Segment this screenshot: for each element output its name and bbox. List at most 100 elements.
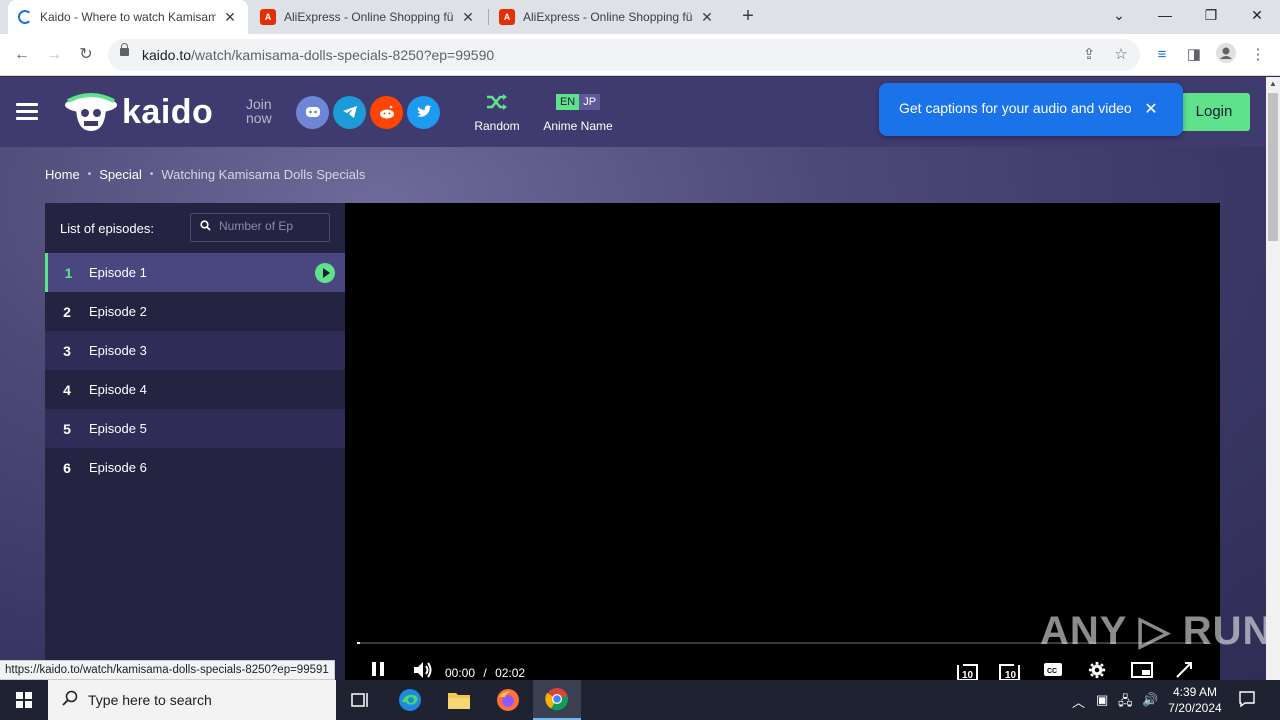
chrome-menu-icon[interactable]: ⋮ [1246, 43, 1270, 67]
tray-device-icon[interactable]: ▣ [1096, 692, 1108, 708]
episode-list-header: List of episodes: [45, 203, 345, 253]
address-bar[interactable]: kaido.to/watch/kamisama-dolls-specials-8… [108, 39, 1140, 71]
tab-kaido[interactable]: Kaido - Where to watch Kamisama ✕ [8, 0, 248, 34]
random-button[interactable]: Random [470, 91, 524, 133]
episode-number: 4 [63, 381, 71, 398]
join-now-label: Join now [246, 96, 272, 126]
caption-popup-close-icon[interactable]: ✕ [1141, 99, 1161, 119]
close-window-button[interactable]: ✕ [1234, 0, 1280, 30]
lang-en-toggle[interactable]: EN [555, 94, 580, 110]
forward-arrow-icon[interactable]: → [42, 43, 66, 67]
taskbar-clock[interactable]: 4:39 AM 7/20/2024 [1160, 684, 1230, 716]
notification-center-icon[interactable] [1238, 690, 1256, 713]
scroll-up-arrow-icon[interactable]: ▲ [1269, 79, 1277, 88]
share-icon[interactable]: ⇪ [1080, 46, 1098, 64]
taskbar-search-placeholder: Type here to search [88, 692, 212, 708]
taskbar-search-box[interactable]: Type here to search [48, 680, 336, 720]
current-time: 00:00 [445, 666, 476, 680]
breadcrumb-separator: • [149, 169, 154, 180]
pause-icon[interactable] [371, 661, 385, 682]
episode-item-2[interactable]: 2 Episode 2 [45, 292, 345, 331]
episode-item-6[interactable]: 6 Episode 6 [45, 448, 345, 487]
menu-hamburger-icon[interactable] [16, 103, 38, 121]
svg-text:CC: CC [1047, 668, 1057, 675]
network-icon[interactable]: 🖧 [1118, 692, 1133, 714]
episode-number: 6 [63, 459, 71, 476]
twitter-icon[interactable] [407, 96, 440, 129]
volume-tray-icon[interactable]: 🔊 [1142, 692, 1158, 708]
start-button[interactable] [0, 680, 48, 720]
tab-aliexpress-2[interactable]: A AliExpress - Online Shopping für ✕ [489, 0, 725, 34]
telegram-icon[interactable] [333, 96, 366, 129]
site-logo[interactable]: kaido [64, 91, 213, 133]
episode-number: 5 [63, 420, 71, 437]
windows-logo-icon [16, 692, 32, 708]
aliexpress-favicon-icon: A [499, 9, 515, 25]
breadcrumb: Home • Special • Watching Kamisama Dolls… [45, 167, 365, 182]
tab-search-chevron-icon[interactable]: ⌄ [1096, 0, 1142, 30]
episode-number: 2 [63, 303, 71, 320]
tray-chevron-icon[interactable]: ︿ [1072, 692, 1085, 711]
restore-button[interactable]: ❐ [1188, 0, 1234, 30]
media-controls-icon[interactable]: ≡ [1150, 43, 1174, 67]
breadcrumb-home-link[interactable]: Home [45, 167, 80, 182]
tab-title: AliExpress - Online Shopping für [523, 10, 693, 24]
logo-mascot-icon [64, 91, 118, 133]
breadcrumb-special-link[interactable]: Special [99, 167, 142, 182]
now-playing-icon [315, 263, 335, 283]
side-panel-icon[interactable]: ◨ [1182, 43, 1206, 67]
episode-search-input[interactable] [219, 219, 324, 233]
firefox-icon[interactable] [484, 680, 532, 720]
video-player[interactable]: 00:00 / 02:02 10 10 CC ANY ▷ RUN [345, 203, 1271, 682]
episode-item-5[interactable]: 5 Episode 5 [45, 409, 345, 448]
episode-title: Episode 4 [89, 382, 147, 397]
clock-time: 4:39 AM [1172, 685, 1218, 699]
episode-title: Episode 3 [89, 343, 147, 358]
tab-close-icon[interactable]: ✕ [222, 9, 238, 26]
episode-item-4[interactable]: 4 Episode 4 [45, 370, 345, 409]
caption-popup-text: Get captions for your audio and video [899, 100, 1132, 116]
tab-aliexpress-1[interactable]: A AliExpress - Online Shopping für ✕ [250, 0, 486, 34]
tab-close-icon[interactable]: ✕ [460, 9, 476, 26]
logo-wordmark: kaido [122, 92, 214, 131]
tab-close-icon[interactable]: ✕ [699, 9, 715, 26]
episode-title: Episode 6 [89, 460, 147, 475]
reddit-icon[interactable] [370, 96, 403, 129]
aliexpress-favicon-icon: A [260, 9, 276, 25]
closed-captions-icon[interactable]: CC [1043, 661, 1063, 682]
tab-title: Kaido - Where to watch Kamisama [40, 10, 216, 24]
browser-tab-strip: Kaido - Where to watch Kamisama ✕ A AliE… [0, 0, 1280, 34]
login-button[interactable]: Login [1178, 93, 1250, 131]
lang-jp-toggle[interactable]: JP [579, 94, 601, 110]
edge-icon[interactable] [386, 680, 434, 720]
reload-icon[interactable]: ↻ [74, 43, 98, 67]
loading-icon [18, 10, 32, 24]
back-arrow-icon[interactable]: ← [10, 43, 34, 67]
minimize-button[interactable]: — [1142, 0, 1188, 30]
episode-title: Episode 1 [89, 265, 147, 280]
breadcrumb-current: Watching Kamisama Dolls Specials [161, 167, 366, 182]
browser-toolbar: ← → ↻ kaido.to/watch/kamisama-dolls-spec… [0, 34, 1280, 76]
lock-icon [120, 43, 129, 56]
anyrun-watermark: ANY ▷ RUN [1040, 609, 1273, 653]
episode-item-1[interactable]: 1 Episode 1 [45, 253, 345, 292]
profile-avatar-icon[interactable] [1214, 43, 1238, 67]
tab-title: AliExpress - Online Shopping für [284, 10, 454, 24]
bookmark-star-icon[interactable]: ☆ [1112, 46, 1130, 64]
chrome-icon[interactable] [533, 680, 581, 720]
task-view-icon[interactable] [336, 680, 384, 720]
breadcrumb-separator: • [87, 169, 92, 180]
episode-item-3[interactable]: 3 Episode 3 [45, 331, 345, 370]
new-tab-button[interactable]: + [736, 5, 760, 29]
video-time: 00:00 / 02:02 [445, 666, 526, 680]
episode-list-panel: List of episodes: 1 Episode 1 2 Episode … [45, 203, 345, 680]
anime-name-lang-toggle[interactable]: EN JP Anime Name [538, 91, 618, 133]
episode-search-box[interactable] [190, 213, 330, 242]
video-progress-fill [357, 642, 361, 644]
discord-icon[interactable] [296, 96, 329, 129]
file-explorer-icon[interactable] [435, 680, 483, 720]
page-scrollbar[interactable]: ▲ [1266, 77, 1280, 680]
scrollbar-thumb[interactable] [1268, 93, 1278, 241]
random-label: Random [474, 119, 520, 133]
clock-date: 7/20/2024 [1168, 701, 1222, 715]
